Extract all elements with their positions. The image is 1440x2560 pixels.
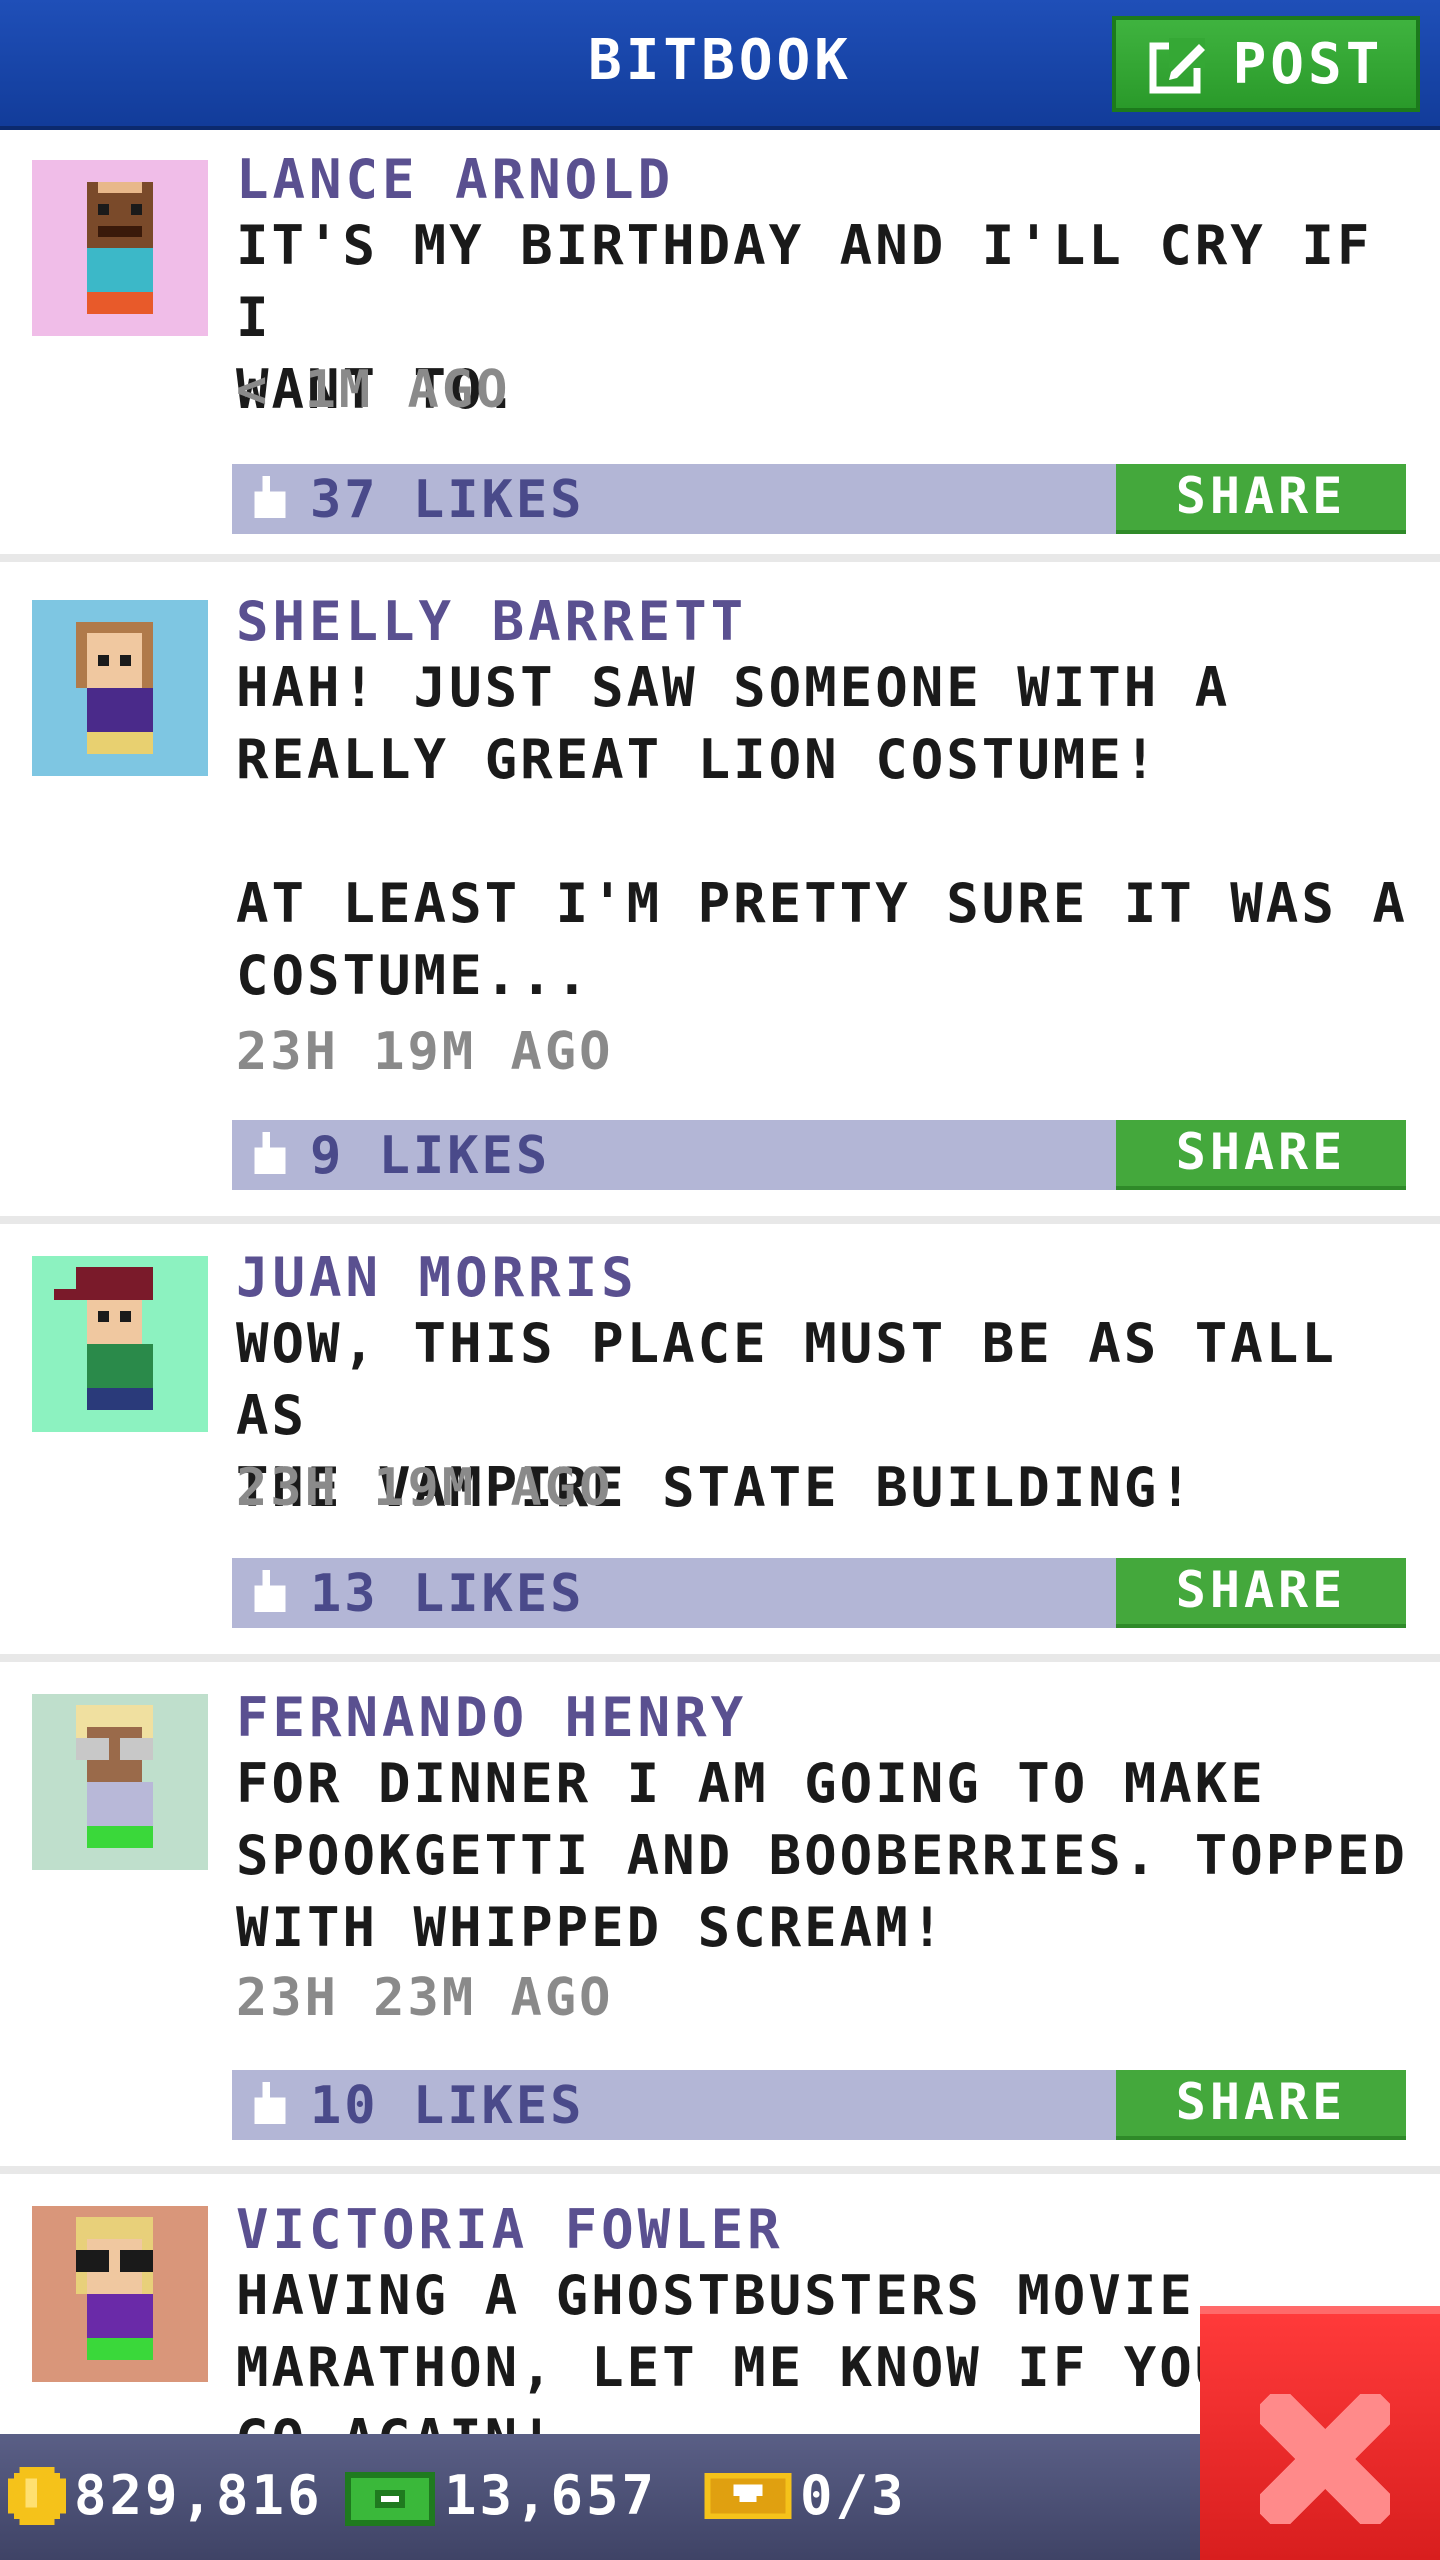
tickets-value: 0/3 <box>800 2464 907 2527</box>
share-button[interactable]: SHARE <box>1116 464 1406 534</box>
post-author[interactable]: VICTORIA FOWLER <box>236 2198 784 2261</box>
post-time: < 1M AGO <box>236 360 511 420</box>
post-author[interactable]: LANCE ARNOLD <box>236 148 674 211</box>
likes-count[interactable]: 37 LIKES <box>310 470 584 530</box>
avatar[interactable] <box>32 1256 208 1432</box>
ticket-icon <box>704 2472 792 2519</box>
post-time: 23H 19M AGO <box>236 1022 614 1082</box>
tickets-counter: 0/3 <box>704 2464 907 2527</box>
thumbs-up-icon <box>254 2082 286 2125</box>
feed-post: LANCE ARNOLD IT'S MY BIRTHDAY AND I'LL C… <box>0 130 1440 562</box>
feed-post: JUAN MORRIS WOW, THIS PLACE MUST BE AS T… <box>0 1224 1440 1662</box>
post-button-label: POST <box>1232 31 1384 97</box>
post-text: FOR DINNER I AM GOING TO MAKE SPOOKGETTI… <box>236 1752 1408 1959</box>
avatar[interactable] <box>32 2206 208 2382</box>
likes-bar: 9 LIKES SHARE <box>232 1120 1406 1190</box>
avatar[interactable] <box>32 600 208 776</box>
post-time: 23H 23M AGO <box>236 1968 614 2028</box>
avatar[interactable] <box>32 160 208 336</box>
bux-counter: 13,657 <box>344 2464 657 2527</box>
share-button[interactable]: SHARE <box>1116 2070 1406 2140</box>
likes-bar: 37 LIKES SHARE <box>232 464 1406 534</box>
avatar[interactable] <box>32 1694 208 1870</box>
feed-post: SHELLY BARRETT HAH! JUST SAW SOMEONE WIT… <box>0 568 1440 1224</box>
likes-count[interactable]: 9 LIKES <box>310 1126 550 1186</box>
thumbs-up-icon <box>254 1570 286 1613</box>
post-button[interactable]: POST <box>1112 16 1420 112</box>
likes-count[interactable]: 10 LIKES <box>310 2076 584 2136</box>
bux-icon <box>345 2471 435 2526</box>
post-author[interactable]: FERNANDO HENRY <box>236 1686 747 1749</box>
bux-value: 13,657 <box>444 2464 658 2527</box>
share-button[interactable]: SHARE <box>1116 1120 1406 1190</box>
likes-count[interactable]: 13 LIKES <box>310 1564 584 1624</box>
feed-post: FERNANDO HENRY FOR DINNER I AM GOING TO … <box>0 1662 1440 2174</box>
close-button[interactable] <box>1200 2306 1440 2560</box>
post-author[interactable]: SHELLY BARRETT <box>236 590 747 653</box>
coin-icon <box>8 2466 66 2525</box>
close-icon <box>1260 2394 1390 2524</box>
post-time: 23H 19M AGO <box>236 1458 614 1518</box>
thumbs-up-icon <box>254 1132 286 1175</box>
share-button[interactable]: SHARE <box>1116 1558 1406 1628</box>
coins-counter: 829,816 <box>8 2464 323 2527</box>
post-text: HAH! JUST SAW SOMEONE WITH A REALLY GREA… <box>236 656 1408 1007</box>
compose-icon <box>1149 34 1209 94</box>
post-author[interactable]: JUAN MORRIS <box>236 1246 638 1309</box>
likes-bar: 13 LIKES SHARE <box>232 1558 1406 1628</box>
thumbs-up-icon <box>254 476 286 519</box>
app-header: BITBOOK POST <box>0 0 1440 130</box>
coins-value: 829,816 <box>74 2464 323 2527</box>
likes-bar: 10 LIKES SHARE <box>232 2070 1406 2140</box>
